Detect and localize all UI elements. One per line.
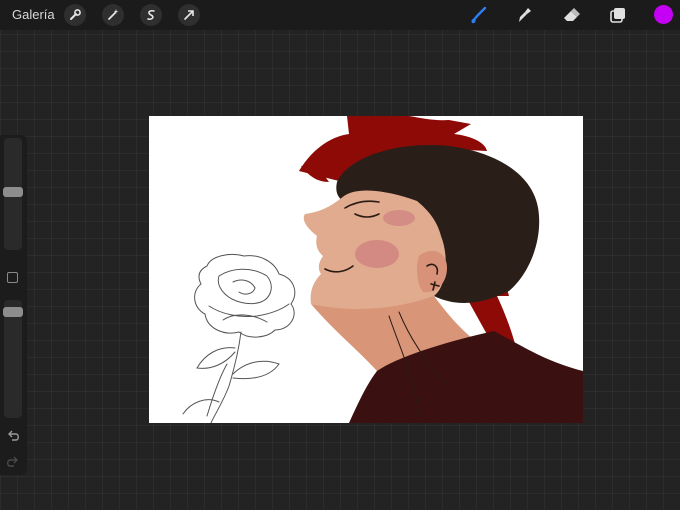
left-sidebar (0, 135, 27, 475)
redo-icon[interactable] (6, 455, 20, 469)
opacity-slider-thumb[interactable] (3, 306, 23, 317)
selection-button[interactable] (140, 4, 162, 26)
gallery-button[interactable]: Galería (12, 7, 55, 22)
transform-button[interactable] (178, 4, 200, 26)
eraser-icon (564, 8, 580, 21)
smudge-tool-button[interactable] (514, 5, 534, 25)
rose-sketch (182, 253, 296, 423)
brush-tool-button[interactable] (469, 5, 489, 25)
layers-button[interactable] (608, 5, 628, 25)
brush-size-slider-thumb[interactable] (3, 187, 23, 198)
color-picker-button[interactable] (654, 5, 673, 24)
layers-icon (610, 8, 625, 23)
modify-button[interactable] (7, 272, 18, 283)
top-toolbar: Galería (0, 0, 680, 30)
undo-icon[interactable] (6, 429, 20, 443)
transform-arrow-icon (184, 10, 194, 20)
opacity-slider[interactable] (4, 300, 22, 418)
brush-icon (471, 6, 487, 24)
wrench-icon (70, 9, 81, 20)
smudge-icon (519, 8, 531, 22)
drawing-canvas[interactable] (149, 116, 583, 423)
selection-icon (147, 10, 155, 20)
eraser-tool-button[interactable] (561, 5, 581, 25)
magic-wand-icon (108, 9, 119, 20)
adjustments-button[interactable] (102, 4, 124, 26)
artwork (182, 116, 583, 423)
actions-button[interactable] (64, 4, 86, 26)
